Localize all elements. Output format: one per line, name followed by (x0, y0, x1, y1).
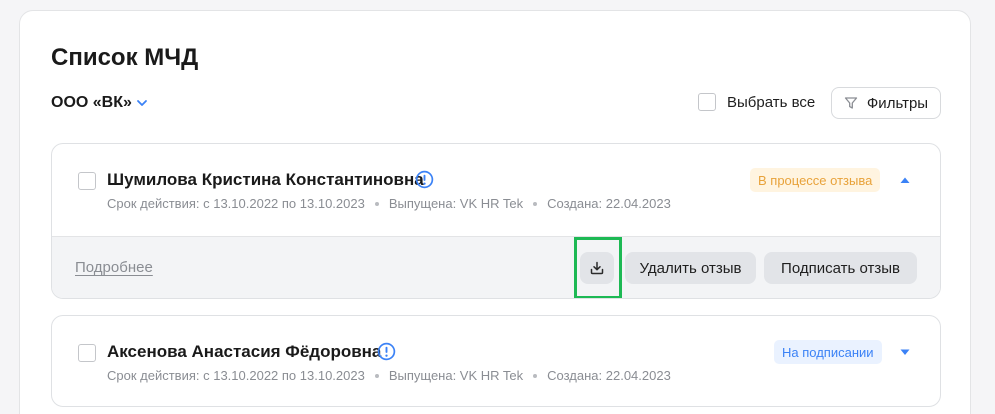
card-actions: Подробнее Удалить отзыв Подписать отзыв (52, 236, 940, 298)
select-all-label: Выбрать все (727, 93, 816, 111)
mcd-card: Аксенова Анастасия Фёдоровна Срок действ… (51, 315, 941, 407)
created-text: Создана: 22.04.2023 (547, 368, 671, 383)
status-badge: На подписании (774, 340, 882, 364)
created-text: Создана: 22.04.2023 (547, 196, 671, 211)
separator-dot (374, 373, 379, 378)
select-all-checkbox[interactable] (698, 93, 716, 111)
card-name: Шумилова Кристина Константиновна (107, 170, 424, 189)
download-button[interactable] (580, 252, 614, 284)
validity-text: Срок действия: с 13.10.2022 по 13.10.202… (107, 368, 365, 383)
mcd-card: Шумилова Кристина Константиновна Срок де… (51, 143, 941, 299)
filters-label: Фильтры (866, 94, 929, 112)
filters-button[interactable]: Фильтры (831, 87, 941, 119)
download-icon (590, 261, 604, 275)
separator-dot (533, 373, 538, 378)
info-icon[interactable] (377, 342, 396, 361)
filter-icon (844, 97, 858, 109)
select-all[interactable]: Выбрать все (698, 93, 815, 111)
card-meta: Срок действия: с 13.10.2022 по 13.10.202… (107, 368, 671, 383)
org-selector[interactable]: ООО «ВК» (51, 94, 148, 112)
org-selector-label: ООО «ВК» (51, 94, 132, 111)
revoke-cancel-button[interactable]: Удалить отзыв (625, 252, 756, 284)
issued-text: Выпущена: VK HR Tek (388, 196, 524, 211)
card-meta: Срок действия: с 13.10.2022 по 13.10.202… (107, 196, 671, 211)
separator-dot (374, 201, 379, 206)
sign-revoke-button[interactable]: Подписать отзыв (764, 252, 917, 284)
page-title: Список МЧД (51, 44, 199, 71)
card-name: Аксенова Анастасия Фёдоровна (107, 342, 382, 361)
details-link[interactable]: Подробнее (75, 259, 153, 276)
issued-text: Выпущена: VK HR Tek (388, 368, 524, 383)
card-checkbox[interactable] (78, 344, 96, 362)
validity-text: Срок действия: с 13.10.2022 по 13.10.202… (107, 196, 365, 211)
chevron-down-icon[interactable] (899, 348, 911, 356)
info-icon[interactable] (415, 170, 434, 189)
separator-dot (533, 201, 538, 206)
card-checkbox[interactable] (78, 172, 96, 190)
status-badge: В процессе отзыва (750, 168, 881, 192)
chevron-up-icon[interactable] (899, 176, 911, 184)
chevron-down-icon (137, 100, 147, 106)
mcd-list-panel: Список МЧД ООО «ВК» Выбрать все Фильтры … (19, 10, 971, 414)
